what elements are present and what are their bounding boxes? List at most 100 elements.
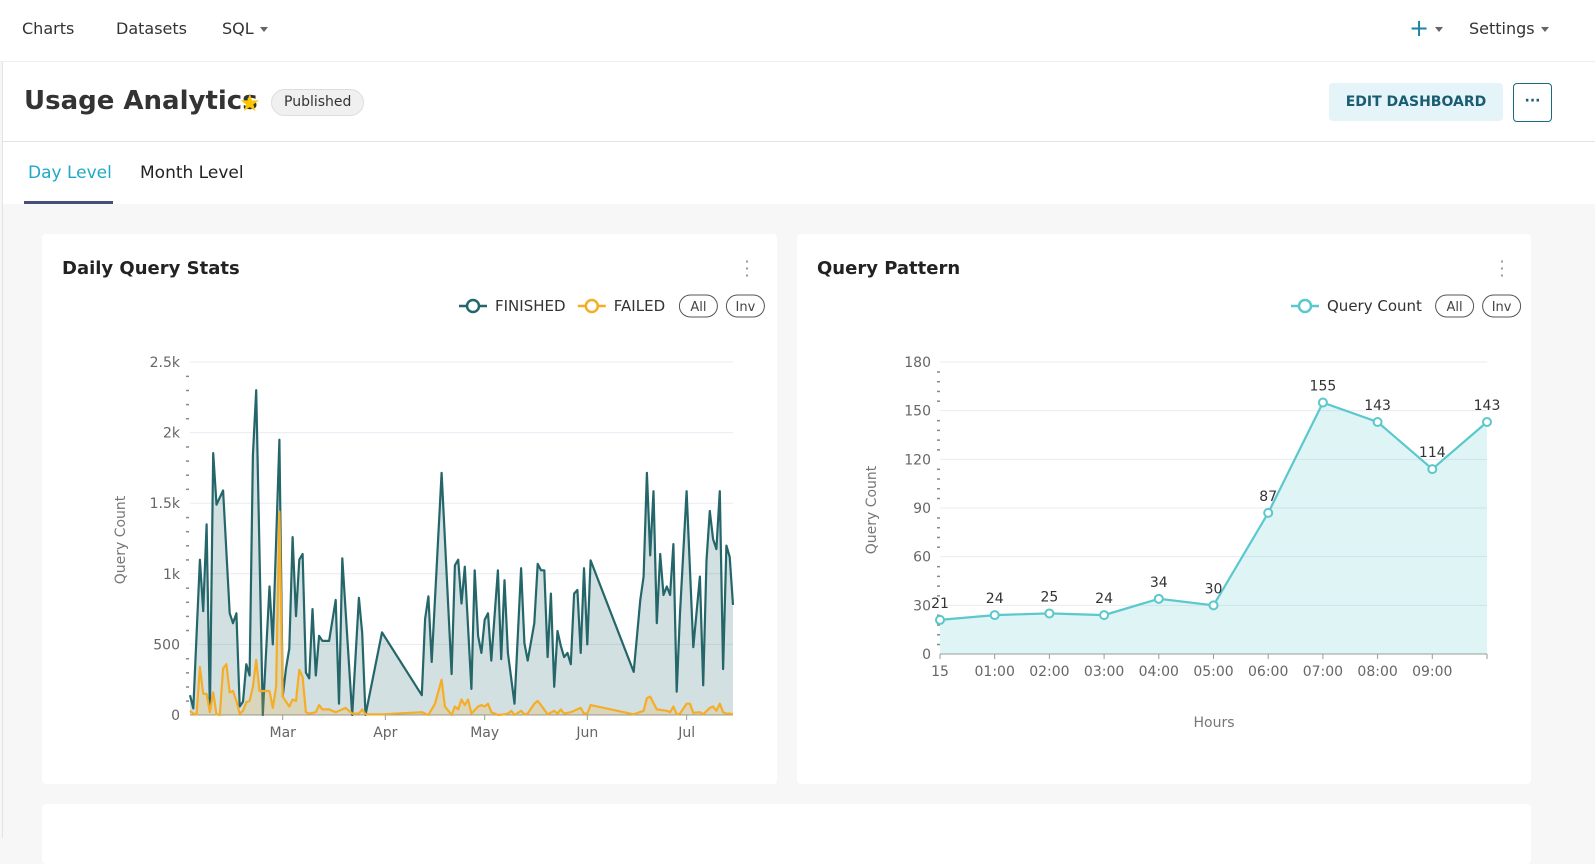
- data-point: [1044, 608, 1055, 619]
- minor-tick: [937, 585, 940, 587]
- x-tick-label: May: [470, 725, 499, 741]
- x-tick-label: 02:00: [1029, 664, 1069, 680]
- data-point: [989, 610, 1000, 621]
- minor-tick: [186, 516, 189, 519]
- minor-tick: [937, 488, 940, 490]
- legend-item-finished[interactable]: FINISHED: [495, 297, 566, 315]
- y-tick-label: 150: [904, 404, 931, 420]
- data-label: 155: [1310, 379, 1337, 395]
- data-label: 34: [1150, 575, 1168, 591]
- data-point: [1099, 610, 1110, 621]
- minor-tick: [937, 390, 940, 393]
- y-tick-label: 2k: [163, 426, 181, 442]
- minor-tick: [937, 536, 940, 539]
- y-tick-label: 120: [904, 452, 931, 468]
- data-label: 21: [931, 596, 949, 612]
- minor-tick: [937, 380, 940, 383]
- data-point: [1208, 600, 1219, 611]
- data-label: 87: [1259, 489, 1277, 505]
- y-tick-label: 1.5k: [150, 496, 181, 512]
- minor-tick: [186, 375, 189, 378]
- data-point: [1427, 464, 1438, 475]
- minor-tick: [937, 468, 940, 471]
- minor-tick: [937, 634, 940, 636]
- y-tick-label: 2.5k: [150, 355, 181, 371]
- x-tick-label: Mar: [269, 725, 296, 741]
- legend-item-query-count[interactable]: Query Count: [1327, 297, 1422, 315]
- legend-all-label: All: [690, 300, 706, 315]
- minor-tick: [186, 530, 189, 533]
- data-label: 143: [1474, 398, 1501, 414]
- x-tick-label: 06:00: [1248, 664, 1288, 680]
- minor-tick: [937, 439, 940, 441]
- data-label: 30: [1205, 581, 1223, 597]
- x-tick-label: 04:00: [1139, 664, 1179, 680]
- data-point: [1153, 593, 1164, 604]
- x-axis-label: Hours: [1193, 715, 1234, 731]
- data-label: 114: [1419, 445, 1446, 461]
- data-label: 24: [1095, 591, 1113, 607]
- y-tick-label: 180: [904, 355, 931, 371]
- minor-tick: [937, 517, 940, 519]
- legend-marker-icon: [584, 298, 600, 314]
- minor-tick: [186, 389, 189, 392]
- minor-tick: [186, 488, 189, 491]
- minor-tick: [937, 546, 940, 548]
- minor-tick: [937, 478, 940, 480]
- minor-tick: [186, 403, 189, 406]
- minor-tick: [186, 417, 189, 420]
- minor-tick: [186, 559, 189, 561]
- legend-marker-icon: [1297, 298, 1313, 314]
- x-tick-label: 01:00: [975, 664, 1015, 680]
- legend-inv-label: Inv: [1492, 300, 1512, 315]
- data-label: 25: [1040, 589, 1058, 605]
- minor-tick: [937, 419, 940, 422]
- x-tick-label: 08:00: [1357, 664, 1397, 680]
- minor-tick: [937, 643, 940, 646]
- minor-tick: [937, 400, 940, 402]
- minor-tick: [186, 446, 189, 448]
- y-axis-label: Query Count: [113, 495, 129, 584]
- data-label: 24: [986, 591, 1004, 607]
- x-tick-label: 09:00: [1412, 664, 1452, 680]
- minor-tick: [186, 474, 189, 476]
- minor-tick: [186, 658, 189, 660]
- x-tick-label: 07:00: [1303, 664, 1343, 680]
- y-tick-label: 1k: [163, 567, 181, 583]
- legend-inv-label: Inv: [736, 300, 756, 315]
- minor-tick: [937, 497, 940, 500]
- minor-tick: [186, 700, 189, 702]
- minor-tick: [186, 686, 189, 688]
- legend-all-label: All: [1447, 300, 1463, 315]
- minor-tick: [937, 526, 940, 529]
- legend-item-failed[interactable]: FAILED: [614, 297, 665, 315]
- minor-tick: [186, 615, 189, 618]
- minor-tick: [186, 545, 189, 547]
- minor-tick: [937, 565, 940, 568]
- series-area-finished: [190, 390, 733, 715]
- data-point: [1372, 417, 1383, 428]
- minor-tick: [937, 429, 940, 432]
- x-tick-label: 15: [931, 664, 949, 680]
- legend-marker-icon: [465, 298, 481, 314]
- charts-layer: 0 500 1k 1.5k 2k 2.5k Mar Apr May Jun Jul Query Cou…: [113, 294, 1522, 741]
- data-point: [1482, 417, 1492, 428]
- minor-tick: [186, 460, 189, 462]
- minor-tick: [937, 371, 940, 373]
- minor-tick: [937, 449, 940, 451]
- x-tick-label: Jun: [575, 725, 598, 741]
- minor-tick: [186, 601, 189, 604]
- data-label: 143: [1364, 398, 1391, 414]
- y-tick-label: 0: [171, 708, 180, 724]
- x-tick-label: 03:00: [1084, 664, 1124, 680]
- series-area-query-count: [940, 402, 1487, 654]
- minor-tick: [186, 587, 189, 589]
- minor-tick: [186, 629, 189, 632]
- y-tick-label: 30: [913, 598, 931, 614]
- x-tick-label: 05:00: [1193, 664, 1233, 680]
- y-axis-label: Query Count: [864, 465, 880, 554]
- y-tick-label: 0: [922, 647, 931, 663]
- minor-tick: [937, 575, 940, 578]
- data-point: [935, 614, 945, 625]
- y-tick-label: 500: [153, 637, 180, 653]
